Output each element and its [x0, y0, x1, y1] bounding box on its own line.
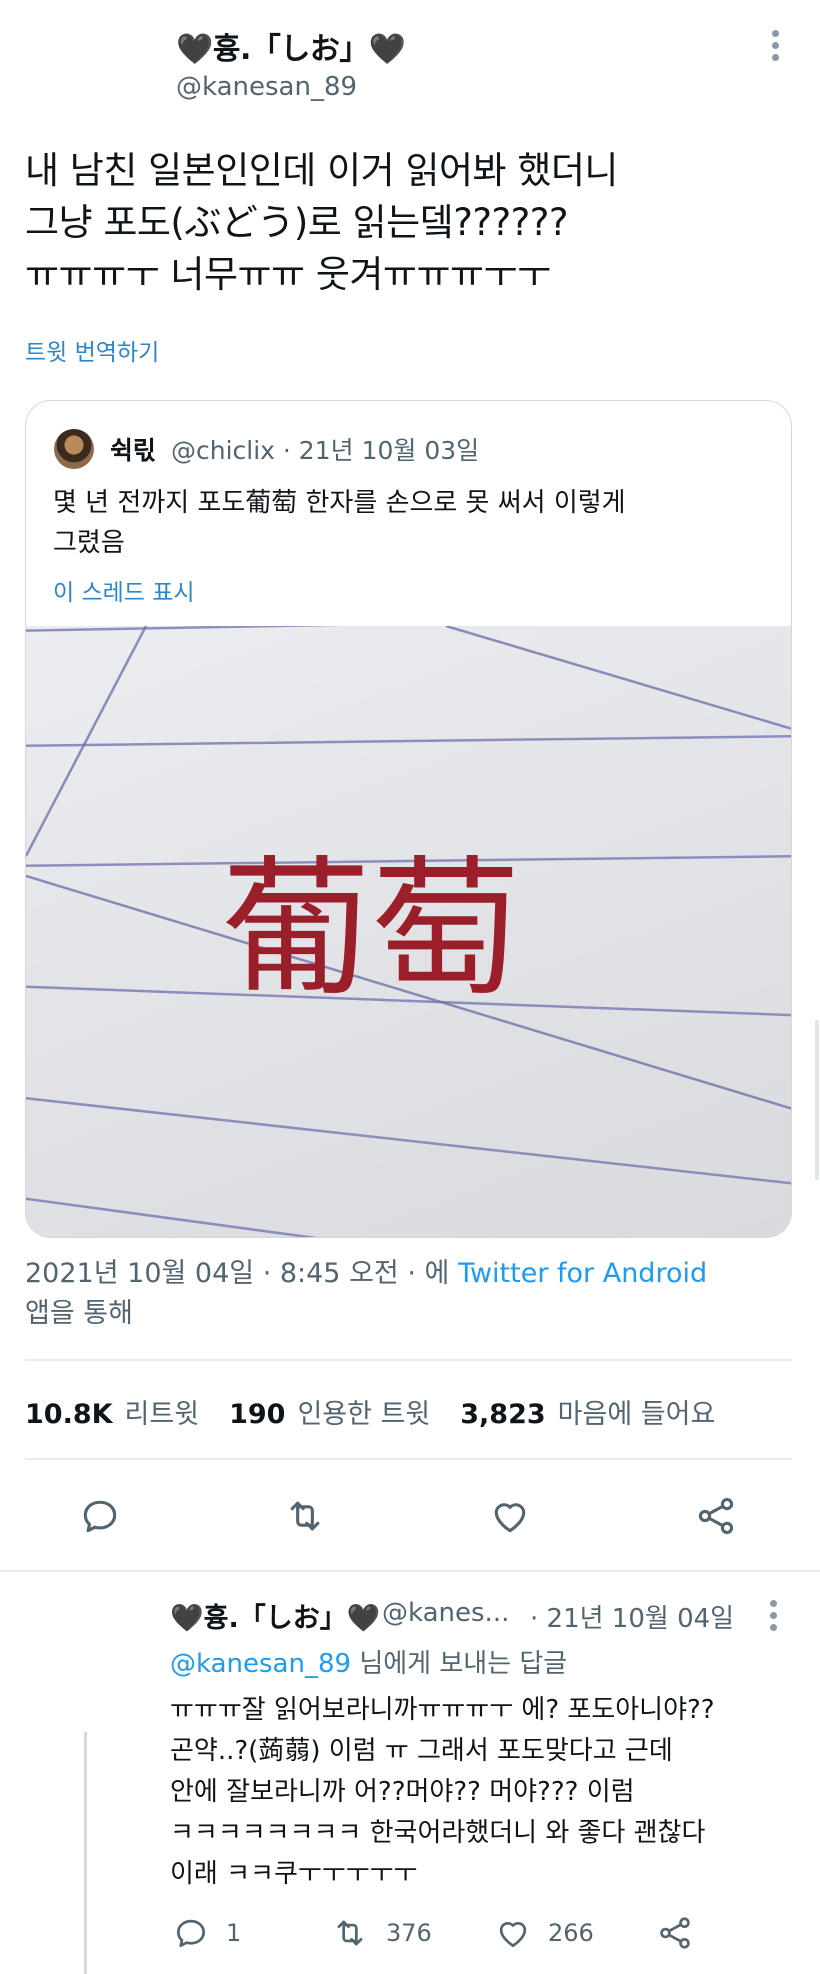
tweet-text-line: 내 남친 일본인인데 이거 읽어봐 했더니 — [25, 149, 618, 192]
quoted-author-name[interactable]: 쉭릯 — [110, 431, 156, 467]
handwriting-photo[interactable]: 葡萄 — [26, 626, 791, 1237]
tweet-text-line: ㅠㅠㅠㅜ 너무ㅠㅠ 웃겨ㅠㅠㅠㅜㅜ — [25, 253, 551, 296]
reply-text-line: ㅠㅠㅠ잘 읽어보라니까ㅠㅠㅠㅜ 에? 포도아니야?? — [170, 1695, 715, 1725]
handwritten-characters: 葡萄 — [221, 843, 521, 1017]
tweet-timestamp: 2021년 10월 04일 · 8:45 오전 · 에 Twitter for … — [25, 1254, 795, 1334]
quoted-tweet-text: 몇 년 전까지 포도葡萄 한자를 손으로 못 써서 이렇게 그렸음 — [53, 483, 773, 563]
divider — [25, 1458, 792, 1460]
share-icon — [660, 1917, 690, 1949]
reply-date[interactable]: · 21년 10월 04일 — [530, 1598, 734, 1635]
reply-button[interactable] — [78, 1494, 122, 1538]
lined-paper: 葡萄 — [26, 626, 791, 1237]
share-icon — [698, 1497, 734, 1535]
reply-author-name[interactable]: 🖤흉.「しお」🖤 — [170, 1596, 380, 1635]
source-app-link[interactable]: Twitter for Android — [458, 1258, 707, 1289]
like-label[interactable]: 마음에 들어요 — [558, 1392, 716, 1431]
tweet-text: 내 남친 일본인인데 이거 읽어봐 했더니 그냥 포도(ぶどう)로 읽는뎈???… — [25, 145, 785, 301]
reply-author-handle[interactable]: @kanes... — [382, 1598, 509, 1628]
divider — [25, 1359, 792, 1361]
reply-icon — [83, 1500, 117, 1533]
quote-label[interactable]: 인용한 트윗 — [297, 1392, 430, 1431]
scrollbar[interactable] — [815, 1020, 819, 1180]
retweet-icon — [337, 1920, 363, 1946]
like-icon — [494, 1503, 526, 1533]
author-handle[interactable]: @kanesan_89 — [176, 72, 357, 102]
reply-retweet-count: 376 — [386, 1919, 432, 1947]
replying-to-handle[interactable]: @kanesan_89 — [170, 1649, 351, 1679]
reply-text-line: ㅋㅋㅋㅋㅋㅋㅋㅋ 한국어라했더니 와 좋다 괜찮다 — [170, 1818, 706, 1848]
section-divider — [0, 1570, 820, 1572]
replying-to: @kanesan_89 님에게 보내는 답글 — [170, 1643, 567, 1680]
reply-like-button[interactable]: 266 — [494, 1914, 594, 1952]
share-button[interactable] — [694, 1494, 738, 1538]
thread-line — [84, 1732, 87, 1974]
reply-more-options-icon[interactable] — [768, 1600, 778, 1631]
replying-to-suffix: 님에게 보내는 답글 — [359, 1649, 568, 1679]
reply-retweet-button[interactable]: 376 — [330, 1914, 432, 1952]
reply-reply-button[interactable]: 1 — [172, 1914, 241, 1952]
like-icon — [499, 1921, 527, 1948]
quoted-text-line: 그렸음 — [53, 528, 125, 558]
quote-count[interactable]: 190 — [229, 1399, 285, 1430]
reply-icon — [176, 1919, 206, 1948]
like-button[interactable] — [488, 1494, 532, 1538]
retweet-label[interactable]: 리트윗 — [125, 1392, 200, 1431]
quoted-handle-date: @chiclix · 21년 10월 03일 — [171, 436, 480, 465]
source-suffix: 앱을 통해 — [25, 1298, 133, 1329]
quoted-text-line: 몇 년 전까지 포도葡萄 한자를 손으로 못 써서 이렇게 — [53, 488, 626, 518]
tweet-text-line: 그냥 포도(ぶどう)로 읽는뎈?????? — [25, 201, 569, 244]
reply-text-line: 곤약..?(蒟蒻) 이럼 ㅠ 그래서 포도맞다고 근데 — [170, 1736, 673, 1766]
quoted-tweet-card[interactable]: 쉭릯 @chiclix · 21년 10월 03일 몇 년 전까지 포도葡萄 한… — [25, 400, 792, 1238]
reply-text-line: 안에 잘보라니까 어??머야?? 머야??? 이럼 — [170, 1777, 635, 1807]
like-count[interactable]: 3,823 — [460, 1399, 545, 1430]
reply-like-count: 266 — [548, 1919, 594, 1947]
reply-share-button[interactable] — [656, 1914, 694, 1956]
retweet-count[interactable]: 10.8K — [25, 1399, 113, 1430]
author-display-name[interactable]: 🖤흉.「しお」🖤 — [176, 24, 406, 68]
tweet-stats: 10.8K 리트윗 190 인용한 트윗 3,823 마음에 들어요 — [25, 1392, 715, 1431]
translate-tweet-link[interactable]: 트윗 번역하기 — [25, 333, 159, 367]
reply-text-line: 이래 ㅋㅋ쿠ㅜㅜㅜㅜㅜ — [170, 1859, 418, 1889]
retweet-button[interactable] — [282, 1494, 328, 1538]
show-thread-link[interactable]: 이 스레드 표시 — [53, 573, 195, 607]
reply-reply-count: 1 — [226, 1919, 242, 1947]
timestamp-text[interactable]: 2021년 10월 04일 · 8:45 오전 · 에 — [25, 1258, 449, 1289]
quoted-author-avatar[interactable] — [54, 429, 94, 469]
retweet-icon — [290, 1501, 320, 1531]
more-options-icon[interactable] — [770, 30, 780, 61]
reply-text: ㅠㅠㅠ잘 읽어보라니까ㅠㅠㅠㅜ 에? 포도아니야?? 곤약..?(蒟蒻) 이럼 … — [170, 1690, 800, 1895]
